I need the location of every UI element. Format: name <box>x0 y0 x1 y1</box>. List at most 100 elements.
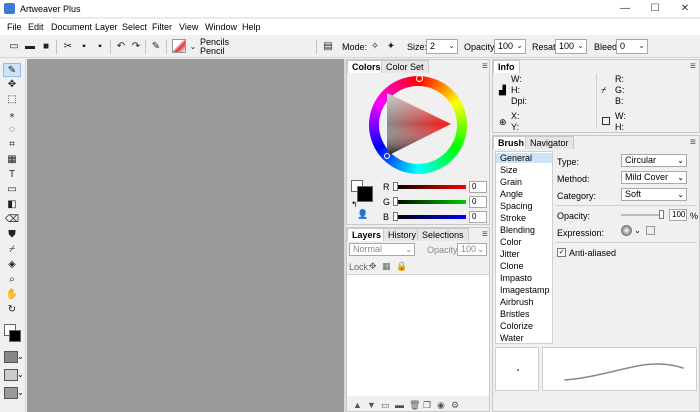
menu-filter[interactable]: Filter <box>152 22 172 32</box>
brush-tool-icon[interactable]: ✎ <box>150 41 162 53</box>
g-value-input[interactable]: 0 <box>469 196 487 208</box>
brush-category-stroke[interactable]: Stroke <box>500 213 526 223</box>
layer-opacity-combo[interactable]: 100 ⌄ <box>457 243 487 256</box>
brush-opacity-input[interactable]: 100 <box>669 209 687 221</box>
size-combo[interactable]: 2 ⌄ <box>426 39 458 54</box>
brush-category-angle[interactable]: Angle <box>500 189 523 199</box>
paste-icon[interactable]: ▪ <box>94 41 106 53</box>
brush-category-bristles[interactable]: Bristles <box>500 309 530 319</box>
bleed-combo[interactable]: 0 ⌄ <box>616 39 648 54</box>
maximize-button[interactable]: ☐ <box>640 0 670 18</box>
lasso-icon[interactable]: ◌ <box>3 123 21 137</box>
brush-category-jitter[interactable]: Jitter <box>500 249 520 259</box>
expression-settings-icon[interactable] <box>646 226 655 235</box>
brush-icon[interactable]: ✎ <box>3 63 21 77</box>
brush-category-grain[interactable]: Grain <box>500 177 522 187</box>
hue-marker[interactable] <box>416 75 423 82</box>
panel-menu-icon[interactable]: ≡ <box>690 137 696 148</box>
menu-file[interactable]: File <box>7 22 22 32</box>
antialiased-checkbox[interactable]: ✓ <box>557 248 566 257</box>
b-value-input[interactable]: 0 <box>469 211 487 223</box>
saturation-triangle[interactable] <box>379 86 457 164</box>
panel-menu-icon[interactable]: ≡ <box>482 229 488 240</box>
gradient-icon[interactable]: ◧ <box>3 198 21 212</box>
resat-combo[interactable]: 100 ⌄ <box>555 39 587 54</box>
g-slider-thumb[interactable] <box>393 197 398 206</box>
stamp-icon[interactable]: ⛊ <box>3 228 21 242</box>
menu-help[interactable]: Help <box>242 22 261 32</box>
crop-icon[interactable]: ⌗ <box>3 138 21 152</box>
brush-category-impasto[interactable]: Impasto <box>500 273 532 283</box>
fill-bucket-icon[interactable]: ◈ <box>3 258 21 272</box>
lock-icon[interactable]: 🔒 <box>396 261 407 272</box>
menu-view[interactable]: View <box>179 22 198 32</box>
pattern-icon[interactable]: ▦ <box>3 153 21 167</box>
layer-list[interactable] <box>347 274 489 396</box>
copy-icon[interactable]: ▪ <box>78 41 90 53</box>
brush-category-airbrush[interactable]: Airbrush <box>500 297 534 307</box>
b-slider[interactable] <box>394 215 466 219</box>
swap-colors-icon[interactable]: ↰ <box>351 200 358 209</box>
pattern-texture-icon[interactable] <box>4 387 18 399</box>
chevron-down-icon[interactable]: ⌄ <box>17 352 24 361</box>
grain-texture-icon[interactable] <box>4 369 18 381</box>
chevron-down-icon[interactable]: ⌄ <box>17 370 24 379</box>
duplicate-layer-icon[interactable]: ❐ <box>423 400 431 411</box>
mode-icon-1[interactable]: ✧ <box>369 41 381 53</box>
shape-icon[interactable]: ▭ <box>3 183 21 197</box>
r-slider[interactable] <box>394 185 466 189</box>
expression-icon[interactable] <box>621 225 632 236</box>
new-layer-icon[interactable]: ▭ <box>381 400 390 411</box>
chevron-down-icon[interactable]: ⌄ <box>634 226 641 235</box>
chevron-down-icon[interactable]: ⌄ <box>17 388 24 397</box>
tab-navigator[interactable]: Navigator <box>525 136 574 149</box>
panel-toggle-icon[interactable]: ▤ <box>322 41 334 53</box>
brush-category-clone[interactable]: Clone <box>500 261 524 271</box>
layer-effects-icon[interactable]: ◉ <box>437 400 445 411</box>
tab-history[interactable]: History <box>383 228 422 241</box>
foreground-color-swatch[interactable] <box>9 330 21 342</box>
move-layer-down-icon[interactable]: ▼ <box>367 400 376 410</box>
category-select[interactable]: Soft ⌄ <box>621 188 687 201</box>
brush-category-colorize[interactable]: Colorize <box>500 321 533 331</box>
rotate-icon[interactable]: ↻ <box>3 303 21 317</box>
brush-preset-swatch[interactable] <box>172 39 186 53</box>
minimize-button[interactable]: — <box>610 0 640 18</box>
brush-category-general[interactable]: General <box>496 153 552 163</box>
menu-document[interactable]: Document <box>51 22 92 32</box>
move-icon[interactable]: ✥ <box>3 78 21 92</box>
brush-category-color[interactable]: Color <box>500 237 522 247</box>
eyedropper-icon[interactable]: ⌿ <box>3 243 21 257</box>
text-icon[interactable]: T <box>3 168 21 182</box>
magic-wand-icon[interactable]: ⁎ <box>3 108 21 122</box>
menu-select[interactable]: Select <box>122 22 147 32</box>
r-slider-thumb[interactable] <box>393 182 398 191</box>
brush-category-spacing[interactable]: Spacing <box>500 201 533 211</box>
menu-window[interactable]: Window <box>205 22 237 32</box>
layer-settings-icon[interactable]: ⚙ <box>451 400 459 411</box>
close-button[interactable]: ✕ <box>670 0 700 18</box>
undo-icon[interactable]: ↶ <box>115 41 127 53</box>
eraser-icon[interactable]: ⌫ <box>3 213 21 227</box>
cut-icon[interactable]: ✂ <box>62 41 74 53</box>
r-value-input[interactable]: 0 <box>469 181 487 193</box>
foreground-color-swatch[interactable] <box>357 186 373 202</box>
lock-position-icon[interactable]: ✥ <box>369 261 377 272</box>
blend-mode-select[interactable]: Normal ⌄ <box>349 243 415 256</box>
zoom-icon[interactable]: ⌕ <box>3 273 21 287</box>
brush-category-blending[interactable]: Blending <box>500 225 535 235</box>
opacity-combo[interactable]: 100 ⌄ <box>494 39 526 54</box>
hand-icon[interactable]: ✋ <box>3 288 21 302</box>
save-icon[interactable]: ■ <box>40 41 52 53</box>
rectangle-select-icon[interactable]: ⬚ <box>3 93 21 107</box>
move-layer-up-icon[interactable]: ▲ <box>353 400 362 410</box>
brush-category-water[interactable]: Water <box>500 333 524 343</box>
preset-dropdown-icon[interactable]: ⌄ <box>187 41 199 53</box>
tab-info[interactable]: Info <box>493 60 520 73</box>
tab-selections[interactable]: Selections <box>417 228 469 241</box>
layer-folder-icon[interactable]: ▬ <box>395 400 404 410</box>
b-slider-thumb[interactable] <box>393 212 398 221</box>
new-file-icon[interactable]: ▭ <box>8 41 20 53</box>
panel-menu-icon[interactable]: ≡ <box>482 61 488 72</box>
tab-layers[interactable]: Layers <box>347 228 387 241</box>
